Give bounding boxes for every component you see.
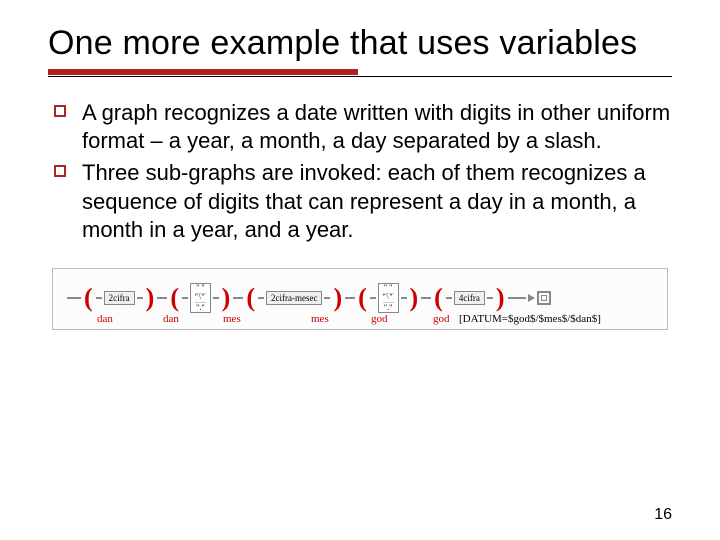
open-brace-icon: ( bbox=[357, 290, 368, 306]
close-brace-icon: ) bbox=[495, 290, 506, 306]
bullet-text: A graph recognizes a date written with d… bbox=[82, 100, 670, 153]
bullet-item: A graph recognizes a date written with d… bbox=[48, 99, 672, 155]
arrow-icon bbox=[528, 294, 535, 302]
segment-label: mes bbox=[311, 313, 341, 325]
close-brace-icon: ) bbox=[145, 290, 156, 306]
open-brace-icon: ( bbox=[169, 290, 180, 306]
output-expression: [DATUM=$god$/$mes$/$dan$] bbox=[459, 313, 601, 325]
close-brace-icon: ) bbox=[409, 290, 420, 306]
segment-label: mes bbox=[223, 313, 281, 325]
bullet-text: Three sub-graphs are invoked: each of th… bbox=[82, 160, 646, 241]
bullet-item: Three sub-graphs are invoked: each of th… bbox=[48, 159, 672, 243]
open-brace-icon: ( bbox=[433, 290, 444, 306]
grammar-diagram: ( 2cifra ) ( " " "\" "." ) ( 2cifra-mese… bbox=[52, 268, 668, 330]
open-brace-icon: ( bbox=[83, 290, 94, 306]
open-brace-icon: ( bbox=[245, 290, 256, 306]
subgraph-node: 2cifra-mesec bbox=[266, 291, 322, 305]
slide-title: One more example that uses variables bbox=[48, 24, 672, 63]
segment-label: dan bbox=[97, 313, 135, 325]
final-label: god bbox=[433, 313, 457, 325]
bullet-square-icon bbox=[54, 105, 66, 117]
segment-label: dan bbox=[163, 313, 193, 325]
subgraph-node: 2cifra bbox=[104, 291, 135, 305]
alt-node: " " "\" "." bbox=[378, 283, 399, 313]
alt-node: " " "\" "." bbox=[190, 283, 211, 313]
bullet-list: A graph recognizes a date written with d… bbox=[48, 99, 672, 244]
segment-label: god bbox=[371, 313, 409, 325]
bullet-square-icon bbox=[54, 165, 66, 177]
diagram-rail: ( 2cifra ) ( " " "\" "." ) ( 2cifra-mese… bbox=[67, 283, 653, 313]
close-brace-icon: ) bbox=[221, 290, 232, 306]
title-rule bbox=[48, 69, 672, 77]
terminal-node-icon bbox=[537, 291, 551, 305]
subgraph-node: 4cifra bbox=[454, 291, 485, 305]
close-brace-icon: ) bbox=[332, 290, 343, 306]
page-number: 16 bbox=[654, 506, 672, 524]
diagram-labels: dan dan mes mes god god [DATUM=$god$/$me… bbox=[67, 313, 653, 325]
